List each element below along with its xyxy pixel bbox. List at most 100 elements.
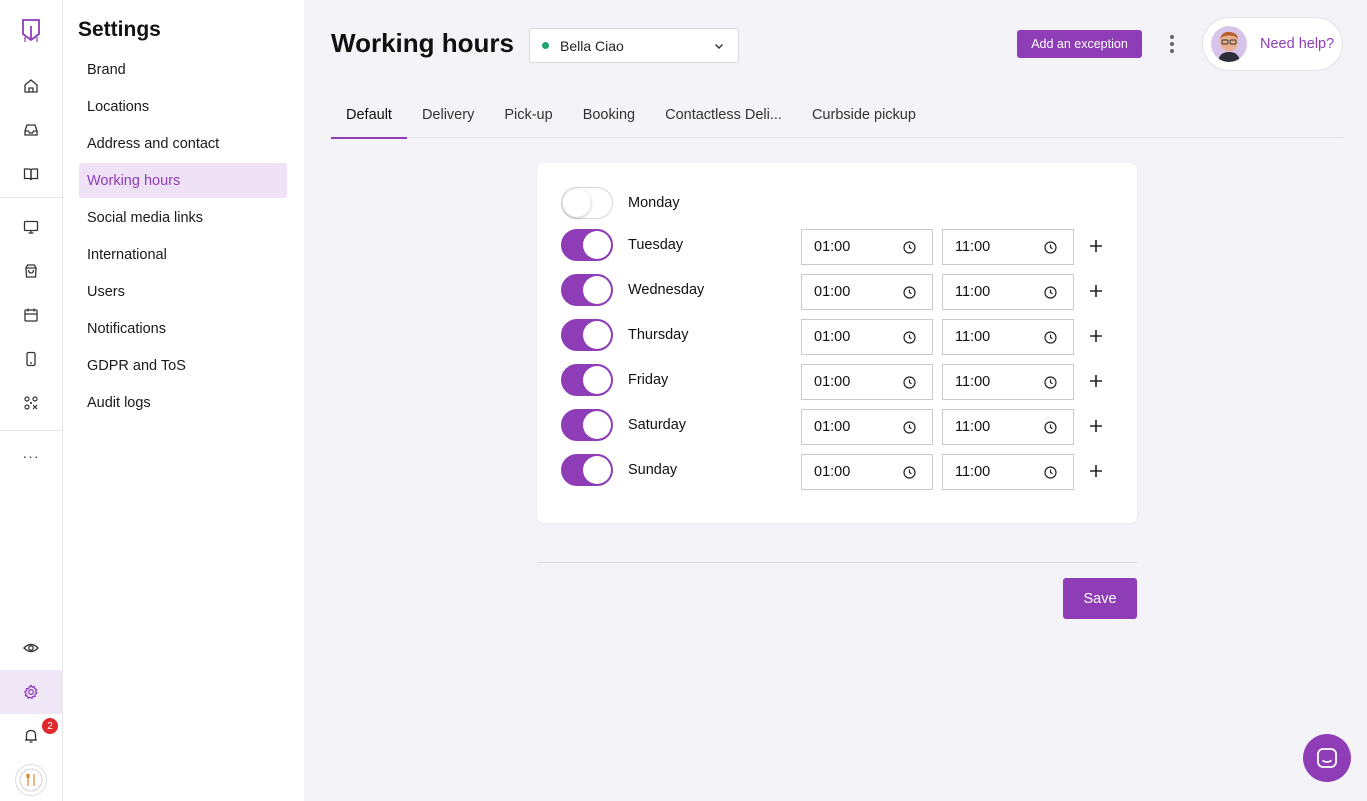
- day-toggle[interactable]: [561, 229, 613, 261]
- add-time-range-icon[interactable]: [1088, 283, 1104, 299]
- end-time-input[interactable]: 11:00: [942, 364, 1074, 400]
- tabs-bar: Default Delivery Pick-up Booking Contact…: [331, 92, 1343, 139]
- clock-icon: [903, 331, 916, 344]
- save-button[interactable]: Save: [1063, 578, 1137, 619]
- clock-icon: [1044, 421, 1057, 434]
- location-select[interactable]: Bella Ciao: [529, 28, 739, 63]
- nav-item-address-and-contact[interactable]: Address and contact: [79, 126, 287, 161]
- day-row-wednesday: Wednesday 01:00 11:00: [561, 274, 1121, 310]
- end-time-input[interactable]: 11:00: [942, 454, 1074, 490]
- add-time-range-icon[interactable]: [1088, 373, 1104, 389]
- smartphone-icon[interactable]: [9, 339, 53, 379]
- notification-badge: 2: [42, 718, 58, 734]
- end-time-input[interactable]: 11:00: [942, 274, 1074, 310]
- settings-nav: Settings Brand Locations Address and con…: [63, 0, 304, 801]
- working-hours-card: Monday Tuesday 01:00 11:00 Wednesday 01:…: [537, 163, 1137, 523]
- settings-title: Settings: [78, 18, 161, 41]
- need-help-button[interactable]: Need help?: [1202, 17, 1343, 71]
- tab-curbside-pickup[interactable]: Curbside pickup: [797, 92, 931, 138]
- monitor-icon[interactable]: [9, 207, 53, 247]
- clock-icon: [1044, 241, 1057, 254]
- nav-item-notifications[interactable]: Notifications: [79, 311, 287, 346]
- end-time-value: 11:00: [955, 284, 991, 300]
- chat-support-icon[interactable]: [1303, 734, 1351, 782]
- start-time-value: 01:00: [814, 419, 851, 435]
- start-time-value: 01:00: [814, 374, 851, 390]
- add-time-range-icon[interactable]: [1088, 238, 1104, 254]
- end-time-input[interactable]: 11:00: [942, 409, 1074, 445]
- need-help-label: Need help?: [1260, 36, 1335, 52]
- eye-icon[interactable]: [9, 628, 53, 668]
- start-time-input[interactable]: 01:00: [801, 274, 933, 310]
- clock-icon: [903, 241, 916, 254]
- day-label: Saturday: [628, 417, 687, 433]
- day-label: Wednesday: [628, 282, 705, 298]
- day-row-thursday: Thursday 01:00 11:00: [561, 319, 1121, 355]
- nav-item-audit-logs[interactable]: Audit logs: [79, 385, 287, 420]
- end-time-value: 11:00: [955, 329, 991, 345]
- start-time-value: 01:00: [814, 464, 851, 480]
- tab-booking[interactable]: Booking: [568, 92, 650, 138]
- tab-contactless-delivery[interactable]: Contactless Deli...: [650, 92, 797, 138]
- end-time-input[interactable]: 11:00: [942, 229, 1074, 265]
- calendar-icon[interactable]: [9, 295, 53, 335]
- nav-item-locations[interactable]: Locations: [79, 89, 287, 124]
- clock-icon: [1044, 466, 1057, 479]
- kebab-menu-icon[interactable]: [1164, 32, 1180, 56]
- day-label: Thursday: [628, 327, 689, 343]
- day-toggle[interactable]: [561, 364, 613, 396]
- start-time-input[interactable]: 01:00: [801, 364, 933, 400]
- book-icon[interactable]: [9, 154, 53, 194]
- clock-icon: [903, 286, 916, 299]
- day-toggle[interactable]: [561, 187, 613, 219]
- rail-divider: [0, 197, 62, 198]
- start-time-value: 01:00: [814, 284, 851, 300]
- nav-item-brand[interactable]: Brand: [79, 52, 287, 87]
- home-icon[interactable]: [9, 66, 53, 106]
- tab-default[interactable]: Default: [331, 92, 407, 139]
- shopping-bag-icon[interactable]: [9, 251, 53, 291]
- nav-item-working-hours[interactable]: Working hours: [79, 163, 287, 198]
- tab-pick-up[interactable]: Pick-up: [489, 92, 567, 138]
- clock-icon: [1044, 376, 1057, 389]
- clock-icon: [1044, 331, 1057, 344]
- day-toggle[interactable]: [561, 409, 613, 441]
- nav-item-users[interactable]: Users: [79, 274, 287, 309]
- end-time-input[interactable]: 11:00: [942, 319, 1074, 355]
- add-exception-button[interactable]: Add an exception: [1017, 30, 1142, 58]
- restaurant-avatar[interactable]: [15, 764, 47, 796]
- day-row-monday: Monday: [561, 187, 1121, 223]
- start-time-input[interactable]: 01:00: [801, 229, 933, 265]
- nav-item-gdpr-and-tos[interactable]: GDPR and ToS: [79, 348, 287, 383]
- settings-nav-list: Brand Locations Address and contact Work…: [79, 52, 287, 422]
- nav-item-social-media-links[interactable]: Social media links: [79, 200, 287, 235]
- footer-divider: [537, 562, 1137, 563]
- nav-item-international[interactable]: International: [79, 237, 287, 272]
- end-time-value: 11:00: [955, 464, 991, 480]
- qr-code-icon[interactable]: [9, 383, 53, 423]
- chevron-down-icon: [715, 44, 723, 49]
- clock-icon: [903, 376, 916, 389]
- more-icon[interactable]: ···: [9, 436, 53, 476]
- add-time-range-icon[interactable]: [1088, 463, 1104, 479]
- day-row-saturday: Saturday 01:00 11:00: [561, 409, 1121, 445]
- brand-logo-icon[interactable]: [19, 17, 43, 45]
- inbox-icon[interactable]: [9, 110, 53, 150]
- day-row-friday: Friday 01:00 11:00: [561, 364, 1121, 400]
- app-root: ··· 2 Settings Brand Locations Address a…: [0, 0, 1367, 801]
- day-toggle[interactable]: [561, 454, 613, 486]
- rail-divider: [0, 430, 62, 431]
- day-label: Sunday: [628, 462, 678, 478]
- start-time-input[interactable]: 01:00: [801, 454, 933, 490]
- start-time-value: 01:00: [814, 329, 851, 345]
- day-toggle[interactable]: [561, 274, 613, 306]
- start-time-input[interactable]: 01:00: [801, 409, 933, 445]
- add-time-range-icon[interactable]: [1088, 328, 1104, 344]
- start-time-value: 01:00: [814, 239, 851, 255]
- start-time-input[interactable]: 01:00: [801, 319, 933, 355]
- day-toggle[interactable]: [561, 319, 613, 351]
- add-time-range-icon[interactable]: [1088, 418, 1104, 434]
- status-dot: [542, 42, 549, 49]
- gear-icon[interactable]: [0, 670, 62, 714]
- tab-delivery[interactable]: Delivery: [407, 92, 489, 138]
